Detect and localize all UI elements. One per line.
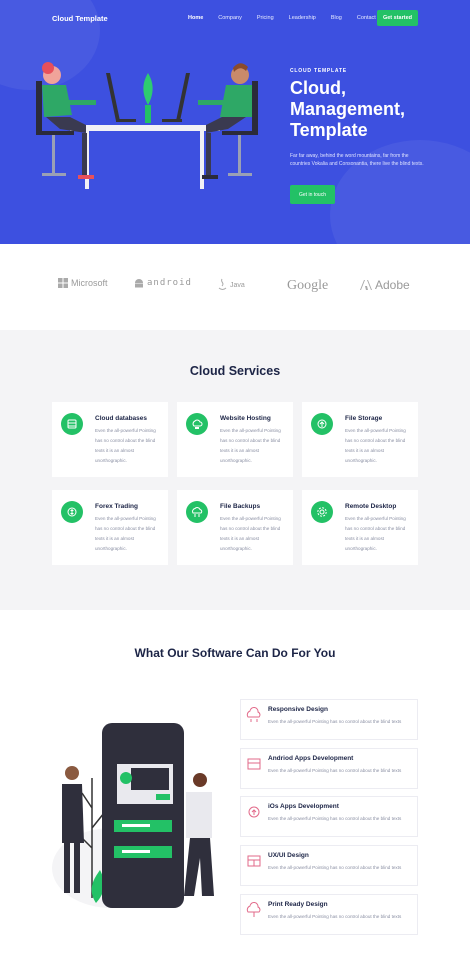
features-title: What Our Software Can Do For You (134, 646, 336, 660)
hero-title-line: Template (290, 120, 368, 140)
service-title: Cloud databases (95, 415, 148, 422)
office-illustration (36, 62, 258, 189)
service-title: Remote Desktop (345, 503, 397, 510)
backup-icon (186, 501, 208, 523)
feature-desc: Even the all-powerful Pointing has no co… (268, 719, 402, 724)
service-desc: Even the all-powerful Pointing has no co… (95, 516, 156, 551)
service-desc: Even the all-powerful Pointing has no co… (345, 428, 406, 463)
feature-item[interactable]: UX/UI Design Even the all-powerful Point… (240, 845, 418, 886)
brand-name: Java (230, 281, 245, 289)
trading-icon (61, 501, 83, 523)
services-title: Cloud Services (189, 364, 281, 378)
hero-description: Far far away, behind the word mountains,… (290, 153, 424, 167)
feature-desc: Even the all-powerful Pointing has no co… (268, 865, 402, 870)
feature-title: UX/UI Design (268, 852, 309, 859)
brand-google: Google (287, 278, 328, 294)
feature-title: iOs Apps Development (268, 803, 339, 810)
main-nav: Home Company Pricing Leadership Blog Con… (188, 15, 391, 21)
brand-java: Java (218, 278, 245, 292)
brand-microsoft: Microsoft (58, 278, 108, 288)
hero-kicker: CLOUD TEMPLATE (290, 68, 347, 74)
responsive-design-icon (246, 707, 261, 722)
print-design-icon (246, 902, 261, 917)
nav-home[interactable]: Home (188, 15, 203, 21)
database-icon (61, 413, 83, 435)
service-title: Website Hosting (220, 415, 271, 422)
service-desc: Even the all-powerful Pointing has no co… (220, 516, 281, 551)
hero-title-line: Cloud, (290, 78, 346, 98)
get-in-touch-button[interactable]: Get in touch (290, 185, 335, 204)
android-apps-icon (247, 758, 261, 770)
service-desc: Even the all-powerful Pointing has no co… (95, 428, 156, 463)
service-card[interactable]: File Storage Even the all-powerful Point… (302, 402, 418, 477)
feature-desc: Even the all-powerful Pointing has no co… (268, 816, 402, 821)
android-logo-icon (135, 279, 143, 288)
nav-blog[interactable]: Blog (331, 15, 342, 21)
brand-name: Adobe (375, 278, 410, 292)
mobile-app-illustration (52, 723, 214, 908)
hero-section: Cloud Template Home Company Pricing Lead… (0, 0, 470, 244)
ux-ui-design-icon (247, 855, 261, 867)
feature-item[interactable]: Andriod Apps Development Even the all-po… (240, 748, 418, 789)
nav-pricing[interactable]: Pricing (257, 15, 274, 21)
storage-icon (311, 413, 333, 435)
gear-icon (311, 501, 333, 523)
service-card[interactable]: Website Hosting Even the all-powerful Po… (177, 402, 293, 477)
service-card[interactable]: Forex Trading Even the all-powerful Poin… (52, 490, 168, 565)
feature-item[interactable]: iOs Apps Development Even the all-powerf… (240, 796, 418, 837)
nav-leadership[interactable]: Leadership (289, 15, 316, 21)
feature-desc: Even the all-powerful Pointing has no co… (268, 914, 402, 919)
service-card[interactable]: Cloud databases Even the all-powerful Po… (52, 402, 168, 477)
feature-title: Print Ready Design (268, 901, 328, 908)
service-card[interactable]: File Backups Even the all-powerful Point… (177, 490, 293, 565)
ios-apps-icon (248, 806, 260, 818)
feature-title: Responsive Design (268, 706, 328, 713)
services-section: Cloud Services Cloud databases Even the … (0, 330, 470, 610)
brand-name: android (147, 278, 192, 288)
feature-item[interactable]: Responsive Design Even the all-powerful … (240, 699, 418, 740)
service-card[interactable]: Remote Desktop Even the all-powerful Poi… (302, 490, 418, 565)
microsoft-logo-icon (58, 278, 68, 288)
service-title: Forex Trading (95, 503, 138, 510)
service-title: File Backups (220, 503, 261, 510)
feature-item[interactable]: Print Ready Design Even the all-powerful… (240, 894, 418, 935)
brand-adobe: Adobe (360, 278, 410, 292)
features-section: What Our Software Can Do For You Respons… (0, 610, 470, 966)
service-desc: Even the all-powerful Pointing has no co… (345, 516, 406, 551)
get-started-button[interactable]: Get started (377, 10, 418, 26)
adobe-logo-icon (360, 280, 372, 290)
service-desc: Even the all-powerful Pointing has no co… (220, 428, 281, 463)
brand-name: Microsoft (71, 278, 108, 288)
brand-name: Google (287, 278, 329, 293)
hero-title-line: Management, (290, 99, 406, 119)
brand-android: android (134, 278, 192, 288)
site-logo[interactable]: Cloud Template (52, 14, 108, 23)
feature-desc: Even the all-powerful Pointing has no co… (268, 768, 402, 773)
service-title: File Storage (345, 415, 383, 422)
java-logo-icon (218, 278, 227, 290)
hosting-icon (186, 413, 208, 435)
hero-title: Cloud, Management, Template (290, 78, 460, 141)
nav-contact[interactable]: Contact (357, 15, 376, 21)
nav-company[interactable]: Company (218, 15, 242, 21)
feature-title: Andriod Apps Development (268, 755, 354, 762)
brands-strip: Microsoft android Java Google Adobe (0, 244, 470, 330)
